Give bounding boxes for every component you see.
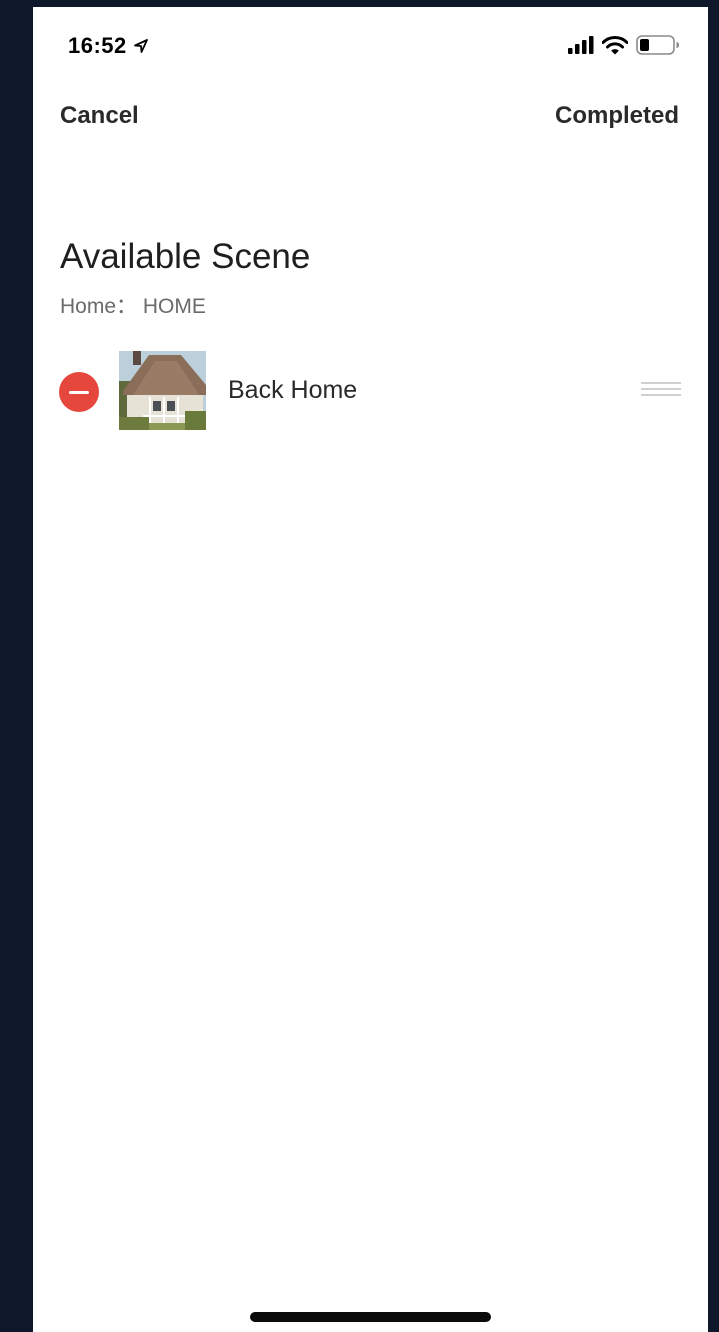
page-title: Available Scene xyxy=(60,237,311,276)
scene-list-item[interactable]: Back Home xyxy=(33,350,708,430)
status-time: 16:52 xyxy=(68,33,127,58)
drag-line xyxy=(641,394,681,396)
signal-icon xyxy=(568,36,594,54)
drag-handle-icon[interactable] xyxy=(641,382,681,398)
status-time-group: 16:52 xyxy=(68,33,149,59)
home-subtitle: Home： HOME xyxy=(60,295,206,318)
delete-scene-button[interactable] xyxy=(59,372,99,412)
completed-button[interactable]: Completed xyxy=(555,102,679,130)
home-indicator xyxy=(250,1312,491,1322)
status-bar: 16:52 xyxy=(33,7,708,87)
scene-thumbnail xyxy=(119,351,206,430)
location-arrow-icon xyxy=(133,39,148,53)
scene-name: Back Home xyxy=(228,376,358,404)
minus-circle-icon xyxy=(69,390,89,394)
drag-line xyxy=(641,382,681,384)
battery-icon xyxy=(636,35,679,55)
drag-line xyxy=(641,388,681,390)
status-icons xyxy=(568,35,680,55)
house-photo xyxy=(119,351,206,430)
wifi-icon xyxy=(602,35,628,54)
cancel-button[interactable]: Cancel xyxy=(60,102,139,130)
phone-screen: 16:52 Cancel Completed Available Scene H… xyxy=(33,7,708,1332)
